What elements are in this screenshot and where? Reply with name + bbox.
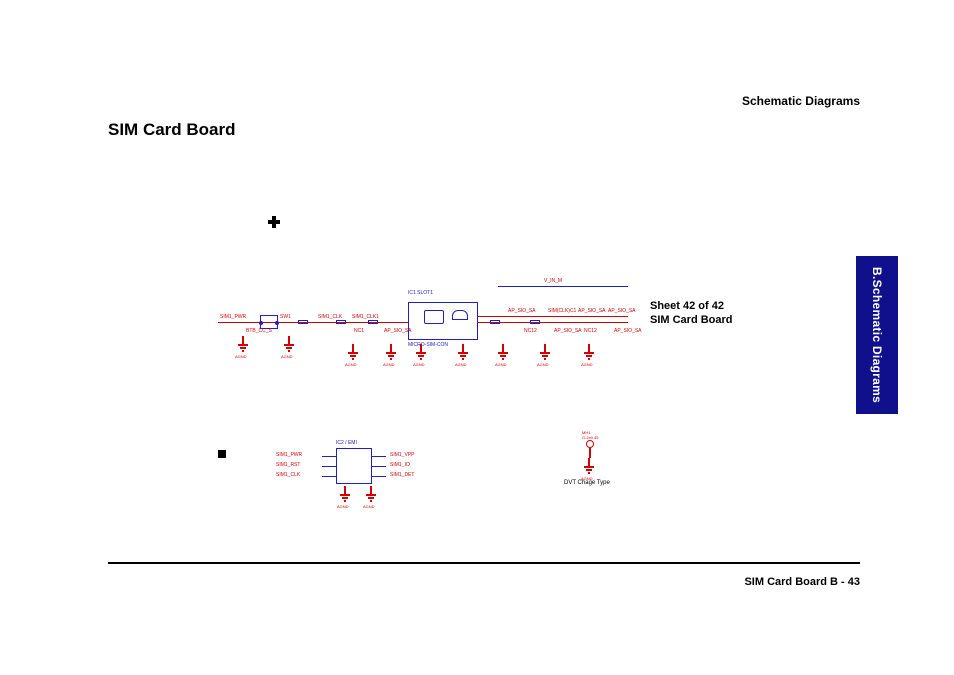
- side-tab-label: B.Schematic Diagrams: [870, 267, 884, 403]
- net-label: SIM1_IO: [390, 462, 410, 468]
- page-footer: SIM Card Board B - 43: [744, 576, 860, 588]
- pin-wire: [372, 456, 386, 457]
- resistor-icon: [530, 320, 540, 324]
- section-header: Schematic Diagrams: [742, 94, 860, 108]
- pin-wire: [322, 456, 336, 457]
- schematic-canvas: IC1 SLOT1 MICRO-SIM-CON SIM1_PWR BTB_CC_…: [108, 180, 828, 520]
- net-label: NC1: [354, 328, 364, 334]
- pin-wire: [372, 476, 386, 477]
- pin-wire: [372, 466, 386, 467]
- net-label: SIM1_RST: [276, 462, 300, 468]
- ground-symbol-icon: AGND: [238, 336, 248, 350]
- resistor-icon: [490, 320, 500, 324]
- ground-symbol-icon: AGND: [584, 458, 594, 472]
- resistor-icon: [368, 320, 378, 324]
- ic-inner-icon: [424, 310, 444, 324]
- resistor-icon: [336, 320, 346, 324]
- net-label: SIM1_VPP: [390, 452, 414, 458]
- pin-wire: [322, 476, 336, 477]
- net-label: AP_SIO_SA: [608, 308, 636, 314]
- switch-symbol-icon: [260, 315, 278, 329]
- fiducial-mark-icon: [218, 450, 226, 458]
- ic1-part: MICRO-SIM-CON: [408, 342, 448, 348]
- net-label: SW1: [280, 314, 291, 320]
- ground-symbol-icon: AGND: [366, 486, 376, 500]
- net-label: AP_SIO_SA: [508, 308, 536, 314]
- ground-symbol-icon: AGND: [584, 344, 594, 358]
- net-label: NC12: [584, 328, 597, 334]
- net-label: AP_SIO_SA: [578, 308, 606, 314]
- net-label: SIM1_PWR: [220, 314, 246, 320]
- net-label: AP_SIO_SA: [384, 328, 412, 334]
- net-label: SIM1_CLK: [318, 314, 342, 320]
- ground-symbol-icon: AGND: [458, 344, 468, 358]
- dvt-note: DVT Chage Type: [564, 480, 610, 486]
- ground-symbol-icon: AGND: [386, 344, 396, 358]
- ic1-ref: IC1 SLOT1: [408, 290, 433, 296]
- ground-symbol-icon: AGND: [284, 336, 294, 350]
- net-label: SIM(CLK)C1: [548, 308, 576, 314]
- ground-symbol-icon: AGND: [348, 344, 358, 358]
- net-label: V_IN_M: [544, 278, 562, 284]
- ic-emi: [336, 448, 372, 484]
- fiducial-mark-icon: [268, 216, 280, 228]
- net-label: NC12: [524, 328, 537, 334]
- mh-part: G-2x0.45: [582, 435, 598, 440]
- net-label: SIM1_PWR: [276, 452, 302, 458]
- resistor-icon: [298, 320, 308, 324]
- mounting-hole-icon: [586, 440, 594, 448]
- wire: [589, 448, 591, 458]
- ground-symbol-icon: AGND: [340, 486, 350, 500]
- ic-notch-icon: [452, 310, 468, 320]
- pin-wire: [322, 466, 336, 467]
- side-tab: B.Schematic Diagrams: [856, 256, 898, 414]
- wire-bus: [478, 316, 628, 317]
- net-label: SIM1_CLK: [276, 472, 300, 478]
- footer-rule: [108, 562, 860, 564]
- net-label: BTB_CC_S: [246, 328, 272, 334]
- page-title: SIM Card Board: [108, 120, 236, 140]
- net-label: AP_SIO_SA: [614, 328, 642, 334]
- net-label: SIM1_DET: [390, 472, 414, 478]
- ground-symbol-icon: AGND: [540, 344, 550, 358]
- net-label: SIM1_CLK1: [352, 314, 379, 320]
- ground-symbol-icon: AGND: [498, 344, 508, 358]
- ic2-ref: IC2 / EMI: [336, 440, 357, 446]
- wire: [498, 286, 628, 287]
- net-label: AP_SIO_SA: [554, 328, 582, 334]
- ground-symbol-icon: AGND: [416, 344, 426, 358]
- document-page: Schematic Diagrams SIM Card Board B.Sche…: [0, 0, 954, 675]
